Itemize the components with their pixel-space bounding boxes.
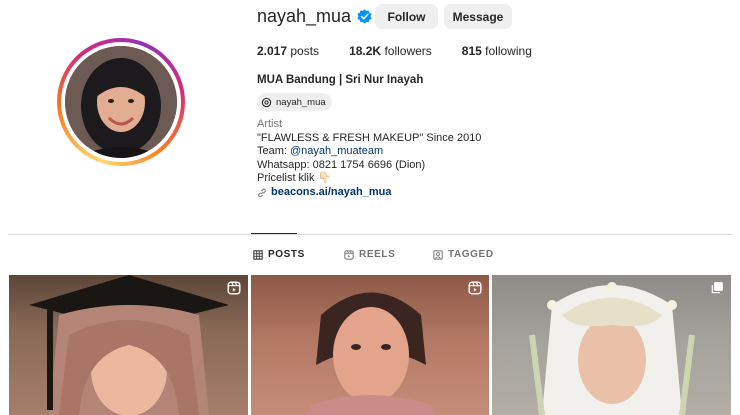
tab-posts[interactable]: POSTS	[253, 249, 305, 260]
post-image	[529, 282, 696, 415]
avatar[interactable]	[65, 46, 177, 158]
reel-icon	[468, 281, 482, 295]
story-ring[interactable]	[57, 38, 185, 166]
tagged-icon	[433, 249, 443, 260]
active-tab-indicator	[251, 233, 297, 234]
threads-icon	[261, 97, 272, 107]
profile-stats: 2.017 posts 18.2K followers 815 followin…	[257, 44, 562, 58]
post-image	[29, 275, 229, 415]
external-link-row[interactable]: beacons.ai/nayah_mua	[257, 186, 481, 200]
followers-count: 18.2K	[349, 44, 382, 58]
link-icon	[258, 188, 266, 197]
tab-tagged-label: TAGGED	[448, 249, 494, 260]
threads-badge[interactable]: nayah_mua	[257, 93, 332, 111]
tabs-divider	[8, 234, 732, 235]
tab-reels[interactable]: REELS	[344, 249, 395, 260]
username: nayah_mua	[257, 6, 352, 26]
grid-icon	[253, 249, 263, 260]
tab-reels-label: REELS	[359, 249, 396, 260]
posts-stat: 2.017 posts	[257, 44, 319, 58]
threads-handle: nayah_mua	[276, 96, 326, 108]
avatar-frame	[61, 42, 181, 162]
bio-line-1: "FLAWLESS & FRESH MAKEUP" Since 2010	[257, 131, 482, 144]
reels-icon	[344, 249, 354, 260]
bio-team-label: Team:	[257, 145, 291, 158]
posts-count: 2.017	[257, 44, 288, 58]
post-image	[305, 292, 436, 415]
bio: Artist "FLAWLESS & FRESH MAKEUP" Since 2…	[257, 118, 481, 200]
bio-whatsapp: Whatsapp: 0821 1754 6696 (Dion)	[257, 158, 426, 171]
full-name: MUA Bandung | Sri Nur Inayah	[257, 74, 424, 86]
verified-badge-icon	[357, 9, 372, 24]
post-thumbnail[interactable]	[250, 275, 490, 415]
bio-pricelist: Pricelist klik	[257, 172, 315, 185]
reel-icon	[227, 281, 241, 295]
message-button[interactable]: Message	[444, 4, 512, 29]
post-thumbnail[interactable]	[492, 275, 732, 415]
tab-posts-label: POSTS	[268, 249, 305, 260]
carousel-icon	[711, 282, 723, 294]
following-count: 815	[461, 44, 482, 58]
bio-team-line: Team: @nayah_muateam	[257, 145, 481, 159]
tab-tagged[interactable]: TAGGED	[433, 249, 494, 260]
post-thumbnail[interactable]	[9, 275, 248, 415]
pointing-down-emoji: 👇🏻	[317, 172, 332, 185]
profile-username-row: nayah_mua	[257, 6, 372, 27]
avatar-image	[65, 46, 177, 158]
followers-label: followers	[384, 44, 432, 58]
following-label: following	[485, 44, 532, 58]
followers-stat[interactable]: 18.2K followers	[349, 44, 432, 58]
bio-team-link[interactable]: @nayah_muateam	[290, 145, 383, 157]
posts-label: posts	[290, 44, 320, 58]
external-link[interactable]: beacons.ai/nayah_mua	[271, 186, 391, 200]
bio-pricelist-line: Pricelist klik 👇🏻	[257, 172, 481, 186]
follow-button[interactable]: Follow	[375, 4, 438, 29]
posts-grid	[9, 275, 732, 415]
following-stat[interactable]: 815 following	[462, 44, 532, 58]
bio-category: Artist	[257, 118, 283, 130]
